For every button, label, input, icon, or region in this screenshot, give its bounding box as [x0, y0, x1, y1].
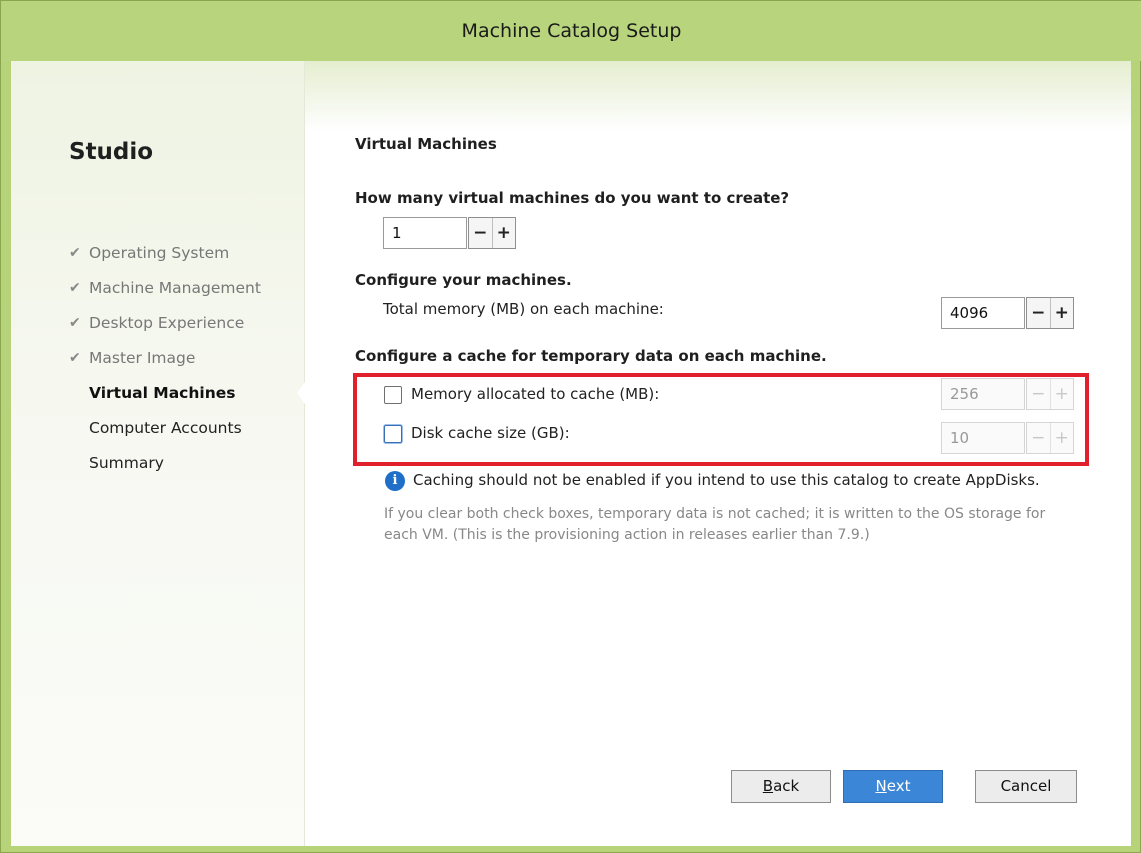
back-accel: B	[762, 777, 774, 795]
back-label-rest: ack	[773, 777, 800, 795]
step-virtual-machines: Virtual Machines	[69, 383, 261, 418]
check-icon: ✔	[69, 350, 81, 366]
decrement-button[interactable]: −	[1027, 298, 1050, 328]
step-desktop-experience[interactable]: ✔ Desktop Experience	[69, 313, 261, 348]
configure-machines-heading: Configure your machines.	[355, 271, 572, 289]
step-label: Summary	[89, 454, 164, 472]
vm-count-stepper: − +	[468, 217, 516, 249]
check-icon: ✔	[69, 280, 81, 296]
cancel-button[interactable]: Cancel	[975, 770, 1077, 803]
cache-note: If you clear both check boxes, temporary…	[384, 506, 1046, 543]
memory-input[interactable]: 4096	[941, 297, 1025, 329]
vm-count-input[interactable]: 1	[383, 217, 467, 249]
machine-catalog-setup-window: Machine Catalog Setup Studio ✔ Operating…	[0, 0, 1141, 853]
step-label: Virtual Machines	[89, 384, 236, 402]
step-label: Computer Accounts	[89, 419, 242, 437]
info-icon: i	[385, 471, 405, 491]
step-master-image[interactable]: ✔ Master Image	[69, 348, 261, 383]
info-message: Caching should not be enabled if you int…	[413, 471, 1040, 489]
check-icon: ✔	[69, 315, 81, 331]
step-label: Operating System	[89, 244, 230, 262]
window-title: Machine Catalog Setup	[1, 1, 1141, 61]
wizard-steps: ✔ Operating System ✔ Machine Management …	[69, 243, 261, 488]
page-title: Virtual Machines	[355, 135, 497, 153]
step-label: Master Image	[89, 349, 196, 367]
step-computer-accounts: Computer Accounts	[69, 418, 261, 453]
step-machine-management[interactable]: ✔ Machine Management	[69, 278, 261, 313]
memory-stepper: − +	[1026, 297, 1074, 329]
studio-brand: Studio	[69, 139, 154, 165]
step-label: Desktop Experience	[89, 314, 245, 332]
check-icon: ✔	[69, 245, 81, 261]
next-accel: N	[875, 777, 887, 795]
step-operating-system[interactable]: ✔ Operating System	[69, 243, 261, 278]
step-summary: Summary	[69, 453, 261, 488]
current-step-pointer	[297, 379, 307, 407]
increment-button[interactable]: +	[1049, 298, 1074, 328]
increment-button[interactable]: +	[491, 218, 516, 248]
step-label: Machine Management	[89, 279, 261, 297]
memory-label: Total memory (MB) on each machine:	[383, 300, 664, 318]
cache-options-highlight	[353, 373, 1089, 466]
cache-heading: Configure a cache for temporary data on …	[355, 347, 827, 365]
back-button[interactable]: Back	[731, 770, 831, 803]
decrement-button[interactable]: −	[469, 218, 492, 248]
vm-count-question: How many virtual machines do you want to…	[355, 189, 790, 207]
wizard-sidebar: Studio ✔ Operating System ✔ Machine Mana…	[11, 61, 305, 846]
next-button[interactable]: Next	[843, 770, 943, 803]
next-label-rest: ext	[886, 777, 911, 795]
